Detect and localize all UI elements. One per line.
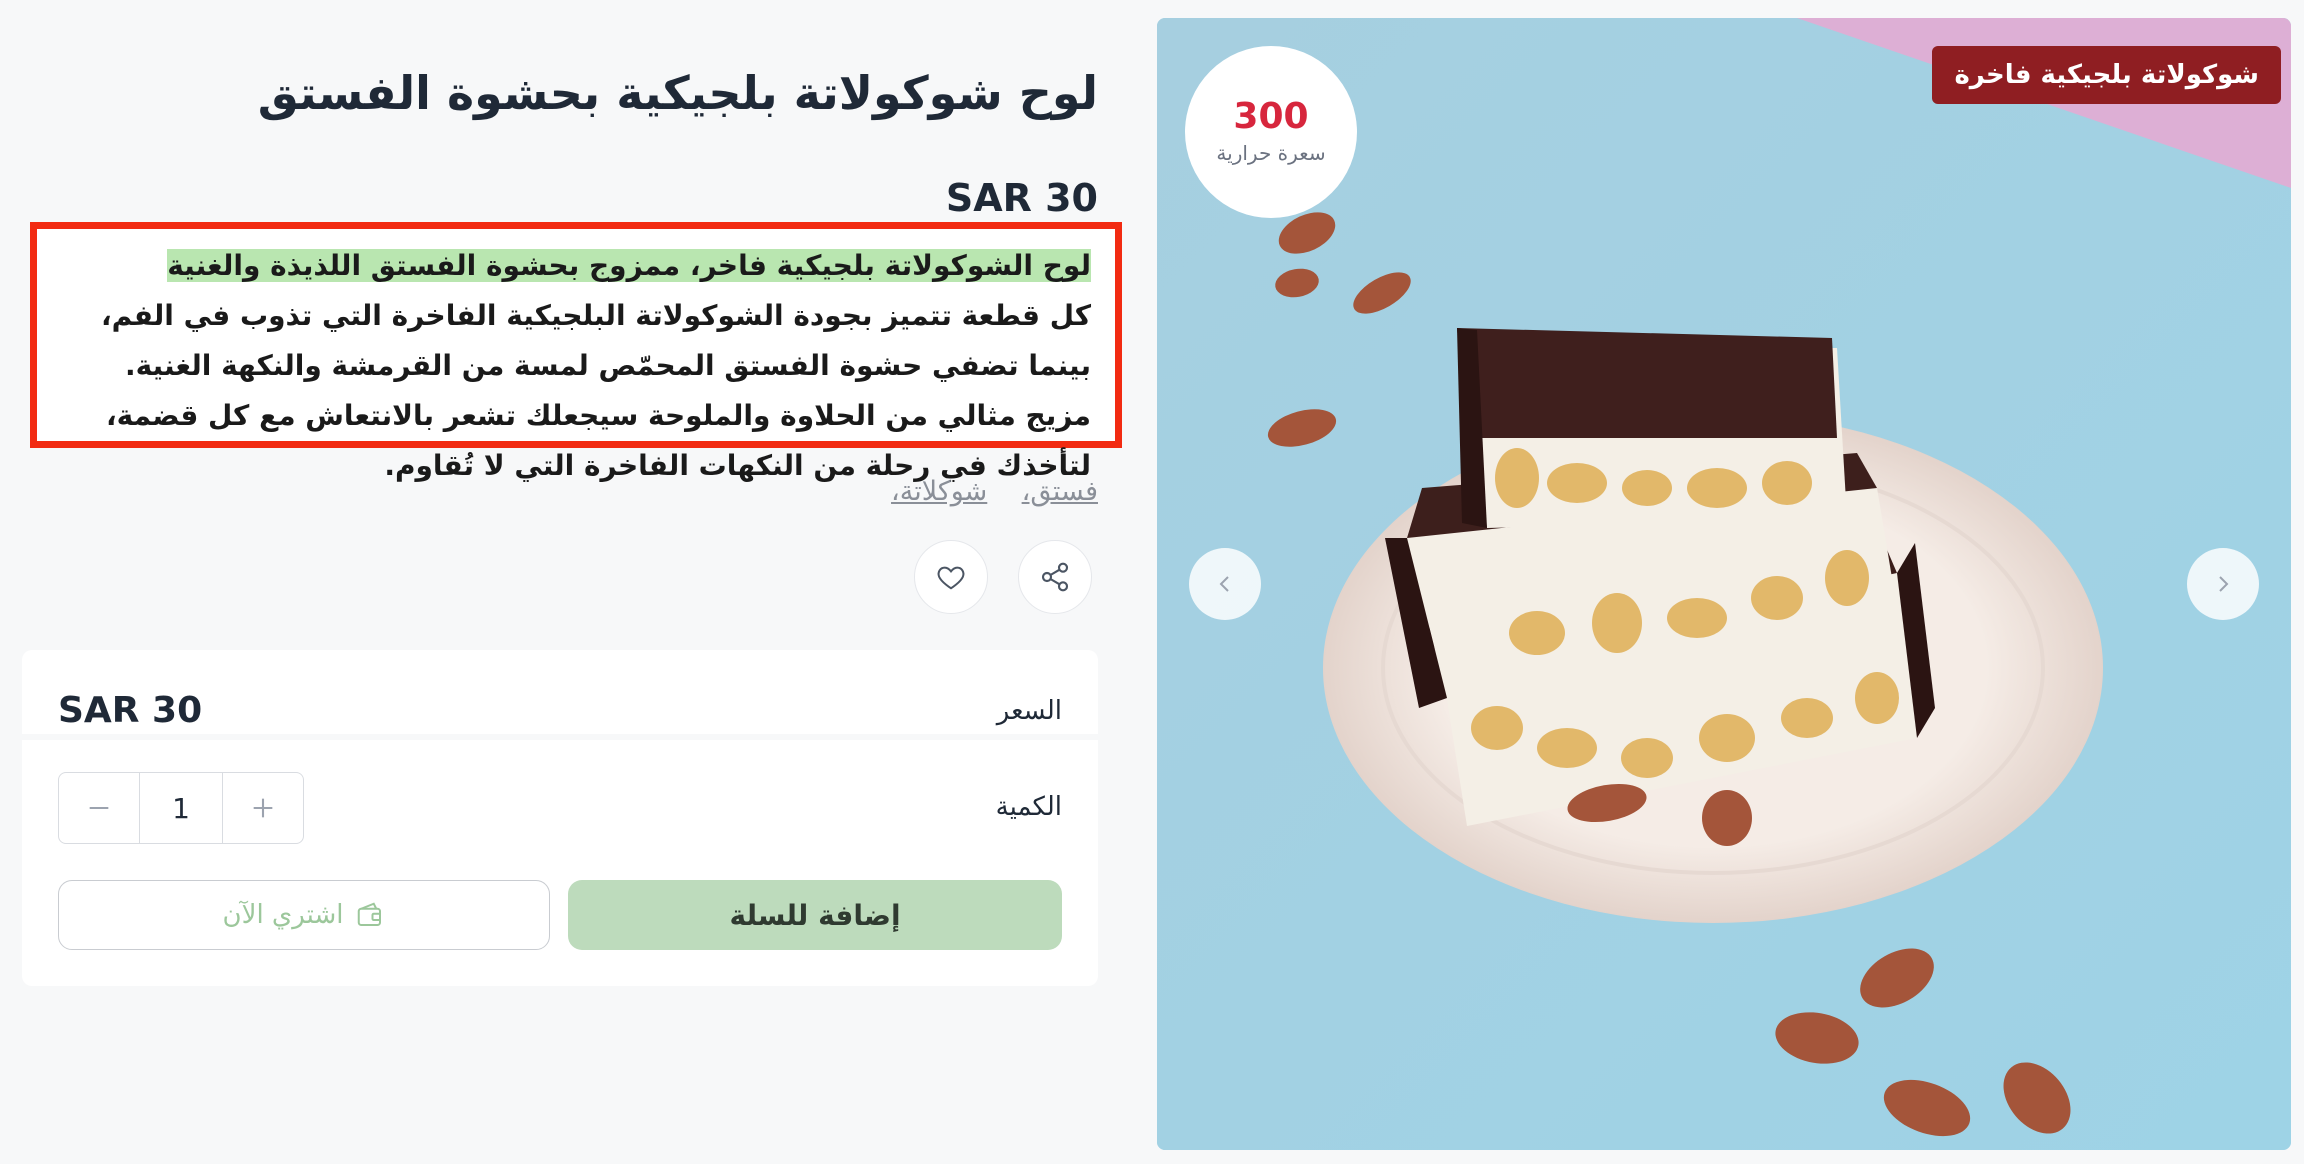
product-title: لوح شوكولاتة بلجيكية بحشوة الفستق (257, 66, 1098, 120)
buy-now-button[interactable]: اشتري الآن (58, 880, 550, 950)
product-description: لوح الشوكولاتة بلجيكية فاخر، ممزوج بحشوة… (51, 241, 1091, 491)
product-gallery: شوكولاتة بلجيكية فاخرة 300 سعرة حرارية (1157, 18, 2291, 1150)
product-tags: فستق، شوكلاتة، (891, 476, 1098, 507)
wallet-icon (358, 902, 382, 926)
quantity-input[interactable]: 1 (139, 773, 223, 843)
calories-label: سعرة حرارية (1216, 141, 1326, 165)
chevron-right-icon (2219, 576, 2229, 592)
decrease-button[interactable] (59, 773, 139, 843)
chevron-left-icon (1219, 576, 1229, 592)
price-value: SAR 30 (58, 690, 203, 731)
card-divider (22, 734, 1098, 740)
description-body: كل قطعة تتميز بجودة الشوكولاتة البلجيكية… (101, 299, 1091, 482)
calories-badge: 300 سعرة حرارية (1185, 46, 1357, 218)
plus-icon (253, 798, 273, 818)
buy-now-label: اشتري الآن (222, 900, 344, 930)
promo-badge: شوكولاتة بلجيكية فاخرة (1932, 46, 2281, 104)
add-to-cart-button[interactable]: إضافة للسلة (568, 880, 1062, 950)
calories-value: 300 (1233, 96, 1309, 137)
price-label: السعر (996, 696, 1062, 726)
share-icon (1041, 562, 1069, 592)
tag-link[interactable]: فستق، (1022, 476, 1098, 507)
tag-link[interactable]: شوكلاتة، (891, 476, 987, 507)
gallery-next-button[interactable] (2187, 548, 2259, 620)
quantity-stepper: 1 (58, 772, 304, 844)
heart-icon (937, 566, 965, 590)
quantity-label: الكمية (995, 792, 1062, 822)
description-box: لوح الشوكولاتة بلجيكية فاخر، ممزوج بحشوة… (30, 222, 1122, 482)
share-button[interactable] (1018, 540, 1092, 614)
gallery-prev-button[interactable] (1189, 548, 1261, 620)
product-price: SAR 30 (945, 176, 1098, 220)
increase-button[interactable] (223, 773, 303, 843)
minus-icon (89, 806, 109, 810)
description-highlight: لوح الشوكولاتة بلجيكية فاخر، ممزوج بحشوة… (167, 249, 1091, 282)
wishlist-button[interactable] (914, 540, 988, 614)
